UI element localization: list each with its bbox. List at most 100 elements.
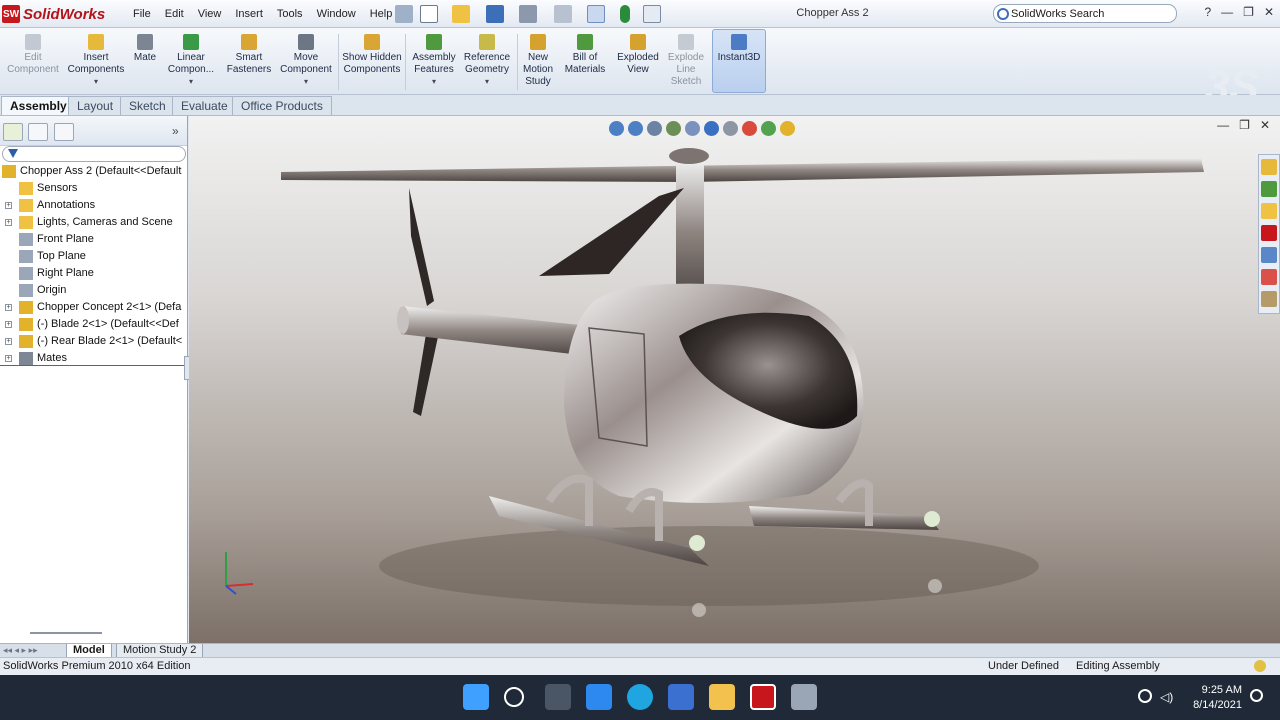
minimize-icon[interactable]: — (1221, 5, 1233, 19)
hide-show-items-icon[interactable] (723, 120, 738, 136)
expand-toggle-icon[interactable]: + (5, 321, 12, 328)
search-box[interactable]: SolidWorks Search (993, 4, 1177, 23)
search-results-icon[interactable] (1261, 225, 1277, 241)
tree-item[interactable]: + Annotations (0, 197, 188, 214)
system-clock[interactable]: 9:25 AM 8/14/2021 (1182, 683, 1242, 713)
tree-item[interactable]: + Lights, Cameras and Scene (0, 214, 188, 231)
notification-moon-icon[interactable] (1250, 689, 1263, 702)
viewport-minimize-icon[interactable]: — (1217, 118, 1229, 132)
move-component-button[interactable]: Move Component ▾ (278, 30, 334, 94)
design-library-icon[interactable] (1261, 181, 1277, 197)
tree-item[interactable]: Front Plane (0, 231, 188, 248)
widgets-icon[interactable] (586, 684, 612, 710)
network-globe-icon[interactable] (1138, 689, 1152, 703)
tree-item[interactable]: Chopper Ass 2 (Default<<Default (0, 163, 188, 180)
exploded-view-button[interactable]: Exploded View (614, 30, 662, 94)
main-rotor-blade[interactable] (281, 158, 1204, 182)
menu-view[interactable]: View (191, 8, 229, 20)
mate-button[interactable]: Mate (130, 30, 160, 94)
expand-toggle-icon[interactable]: + (5, 355, 12, 362)
undo-icon[interactable] (554, 5, 572, 23)
solidworks-taskbar-icon[interactable] (750, 684, 776, 710)
menu-file[interactable]: File (126, 8, 158, 20)
show-hidden-components-button[interactable]: Show Hidden Components (342, 30, 402, 94)
bill-of-materials-button[interactable]: Bill of Materials (562, 30, 608, 94)
tab-evaluate[interactable]: Evaluate (172, 96, 237, 115)
explode-line-sketch-button[interactable]: Explode Line Sketch (664, 30, 708, 94)
linear-component-pattern-button[interactable]: Linear Compon... ▾ (163, 30, 219, 94)
dropdown-arrow-icon[interactable]: ▾ (278, 76, 334, 88)
help-icon[interactable]: ? (1204, 5, 1211, 19)
dropdown-arrow-icon[interactable]: ▾ (64, 76, 128, 88)
rotor-hub[interactable] (669, 148, 709, 164)
graphics-viewport[interactable]: — ❐ ✕ (189, 116, 1280, 643)
instant3d-button[interactable]: Instant3D (712, 29, 766, 93)
horizontal-scrollbar[interactable] (30, 632, 102, 634)
feature-tree-tab-icon[interactable] (3, 123, 23, 141)
pin-icon[interactable] (395, 5, 413, 23)
menu-tools[interactable]: Tools (270, 8, 310, 20)
edit-appearance-icon[interactable] (742, 120, 757, 136)
new-motion-study-button[interactable]: New Motion Study (520, 30, 556, 94)
tree-item[interactable]: Right Plane (0, 265, 188, 282)
app-taskbar-icon[interactable] (791, 684, 817, 710)
rotor-mast[interactable] (676, 161, 704, 301)
view-palette-icon[interactable] (1261, 247, 1277, 263)
menu-window[interactable]: Window (310, 8, 363, 20)
zoom-to-fit-icon[interactable] (609, 120, 624, 136)
file-explorer-icon[interactable] (1261, 203, 1277, 219)
viewport-close-icon[interactable]: ✕ (1260, 118, 1270, 132)
tab-assembly[interactable]: Assembly (1, 96, 76, 115)
smart-fasteners-button[interactable]: Smart Fasteners (223, 30, 275, 94)
right-landing-skid[interactable] (749, 506, 939, 530)
microsoft-store-icon[interactable] (668, 684, 694, 710)
file-explorer-taskbar-icon[interactable] (709, 684, 735, 710)
rebuild-traffic-light-icon[interactable] (620, 5, 630, 23)
custom-properties-icon[interactable] (1261, 291, 1277, 307)
menu-edit[interactable]: Edit (158, 8, 191, 20)
restore-icon[interactable]: ❐ (1243, 5, 1254, 19)
expand-toggle-icon[interactable]: + (5, 304, 12, 311)
expand-panel-icon[interactable]: » (172, 124, 179, 138)
task-view-icon[interactable] (545, 684, 571, 710)
front-rotor-blade[interactable] (539, 188, 684, 276)
view-settings-icon[interactable] (780, 120, 795, 136)
options-icon[interactable] (643, 5, 661, 23)
tree-item[interactable]: + Chopper Concept 2<1> (Defa (0, 299, 188, 316)
open-folder-icon[interactable] (452, 5, 470, 23)
section-view-icon[interactable] (666, 120, 681, 136)
feature-filter-input[interactable] (2, 146, 186, 162)
expand-toggle-icon[interactable]: + (5, 219, 12, 226)
tab-scroll-arrows-icon[interactable]: ◂◂ ◂ ▸ ▸▸ (3, 645, 38, 656)
tree-item[interactable]: + (-) Blade 2<1> (Default<<Def (0, 316, 188, 333)
menu-help[interactable]: Help (363, 8, 400, 20)
assembly-features-button[interactable]: Assembly Features ▾ (409, 30, 459, 94)
helicopter-model[interactable] (189, 116, 1280, 643)
tree-item[interactable]: + (-) Rear Blade 2<1> (Default< (0, 333, 188, 350)
reference-geometry-button[interactable]: Reference Geometry ▾ (461, 30, 513, 94)
insert-components-button[interactable]: Insert Components ▾ (64, 30, 128, 94)
volume-icon[interactable]: ◁) (1160, 690, 1173, 704)
expand-toggle-icon[interactable]: + (5, 338, 12, 345)
tab-sketch[interactable]: Sketch (120, 96, 175, 115)
rebuild-status-icon[interactable] (1254, 660, 1266, 672)
expand-toggle-icon[interactable]: + (5, 202, 12, 209)
rollback-bar[interactable] (0, 365, 186, 366)
apply-scene-icon[interactable] (761, 120, 776, 136)
solidworks-logo[interactable]: SW SolidWorks (2, 3, 105, 25)
configuration-manager-tab-icon[interactable] (54, 123, 74, 141)
edit-component-button[interactable]: Edit Component (3, 30, 63, 94)
new-document-icon[interactable] (420, 5, 438, 23)
property-manager-tab-icon[interactable] (28, 123, 48, 141)
tab-layout[interactable]: Layout (68, 96, 123, 115)
appearances-icon[interactable] (1261, 269, 1277, 285)
menu-insert[interactable]: Insert (228, 8, 270, 20)
solidworks-resources-icon[interactable] (1261, 159, 1277, 175)
search-input[interactable]: SolidWorks Search (1011, 8, 1104, 20)
close-icon[interactable]: ✕ (1264, 5, 1274, 19)
tab-motion-study-2[interactable]: Motion Study 2 (116, 644, 204, 658)
tail-rotor-upper-blade[interactable] (409, 188, 434, 306)
previous-view-icon[interactable] (647, 120, 662, 136)
viewport-restore-icon[interactable]: ❐ (1239, 118, 1250, 132)
edge-browser-icon[interactable] (627, 684, 653, 710)
